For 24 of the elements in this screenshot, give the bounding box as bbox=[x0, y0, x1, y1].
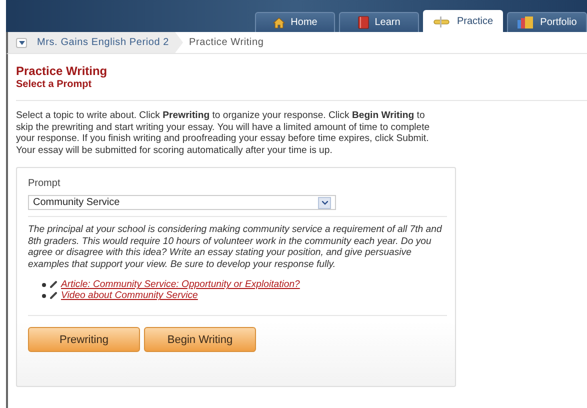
pencil-icon bbox=[432, 16, 451, 28]
bullet-icon bbox=[42, 294, 46, 298]
resource-link[interactable]: Article: Community Service: Opportunity or Exploitation? bbox=[61, 279, 300, 290]
resource-link[interactable]: Video about Community Service bbox=[61, 290, 198, 302]
caret-icon bbox=[18, 40, 24, 44]
nav-tab[interactable]: Home bbox=[255, 12, 335, 32]
bullet-icon bbox=[42, 282, 46, 287]
breadcrumb-current: Practice Writing bbox=[189, 37, 264, 48]
folder-icon bbox=[517, 16, 534, 29]
nav-tab[interactable]: Practice bbox=[423, 10, 503, 32]
action-button[interactable]: Begin Writing bbox=[144, 327, 256, 352]
page-title: Practice Writing bbox=[16, 64, 108, 78]
prompt-text: The principal at your school is considering making community service a requirement of all 7th and 8th graders. This would require 10 hours of volunteer work in the community each year. Do you agree or disagree with this idea? Write an essay stating your position, and give persuasive examples that support your view. Be sure to develop your response fully. bbox=[28, 224, 443, 270]
page-subtitle: Select a Prompt bbox=[16, 79, 93, 90]
field-label: Prompt bbox=[28, 178, 62, 189]
house-icon bbox=[272, 16, 285, 28]
book-icon bbox=[358, 16, 369, 29]
chevron-down-icon bbox=[322, 200, 328, 204]
prompt-dropdown[interactable]: Community Service bbox=[28, 195, 336, 210]
dropdown-button[interactable] bbox=[16, 38, 27, 48]
nav-tab[interactable]: Learn bbox=[339, 12, 419, 32]
instructions-text: Select a topic to write about. Click Prewriting to organize your response. Click Begin Writing to skip the prewriting and start writing your essay. You will have a limited amount of time to complete your response. If you finish writing and proofreading your essay before time expires, click Submit. Your essay will be submitted for scoring automatically after your time is up. bbox=[16, 110, 431, 156]
action-button[interactable]: Prewriting bbox=[28, 327, 140, 352]
nav-tab[interactable]: Portfolio bbox=[507, 12, 587, 32]
